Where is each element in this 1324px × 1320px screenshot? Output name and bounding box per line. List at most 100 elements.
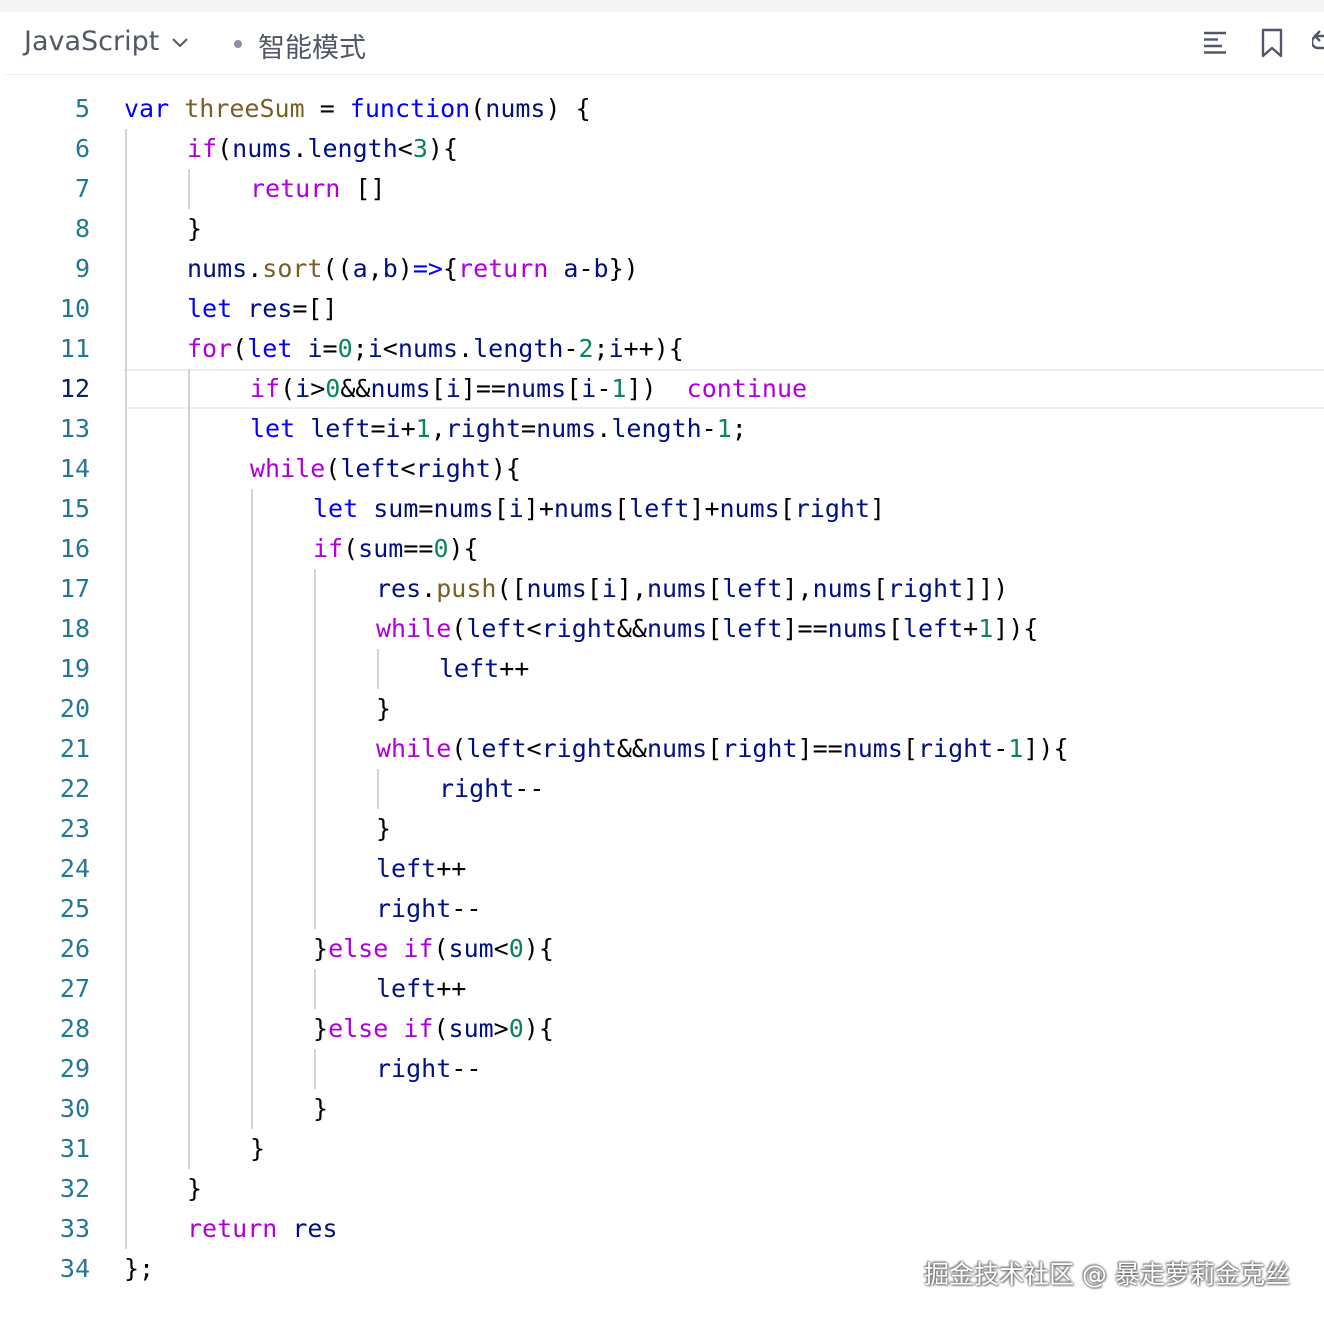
code-line[interactable]: 11 for(let i=0;i<nums.length-2;i++){ bbox=[0, 329, 1324, 369]
watermark-text: 掘金技术社区 @ 暴走萝莉金克丝 bbox=[924, 1260, 1290, 1289]
code-token: < bbox=[382, 334, 398, 363]
code-line[interactable]: 19 left++ bbox=[0, 649, 1324, 689]
mode-label[interactable]: 智能模式 bbox=[258, 26, 366, 65]
code-line[interactable]: 17 res.push([nums[i],nums[left],nums[righ… bbox=[0, 569, 1324, 609]
code-line-text: }; bbox=[124, 1249, 154, 1289]
code-token: 1 bbox=[1008, 734, 1024, 763]
undo-icon[interactable] bbox=[1310, 28, 1324, 63]
code-token: ( bbox=[217, 134, 233, 163]
indent-guide bbox=[125, 1009, 127, 1049]
code-line[interactable]: 27 left++ bbox=[0, 969, 1324, 1009]
indent-guide bbox=[125, 489, 127, 529]
line-number: 9 bbox=[74, 254, 90, 283]
indent-guide bbox=[251, 689, 253, 729]
code-line[interactable]: 16 if(sum==0){ bbox=[0, 529, 1324, 569]
indent-guide bbox=[125, 1049, 127, 1089]
indent-guide bbox=[251, 649, 253, 689]
indent-guide bbox=[314, 969, 316, 1009]
code-line[interactable]: 33 return res bbox=[0, 1209, 1324, 1249]
code-token: [ bbox=[779, 494, 795, 523]
code-line[interactable]: 18 while(left<right&&nums[left]==nums[lef… bbox=[0, 609, 1324, 649]
code-line[interactable]: 10 let res=[] bbox=[0, 289, 1324, 329]
code-editor[interactable]: 5 var threeSum = function(nums) {6 if(nums… bbox=[0, 75, 1324, 1320]
code-line[interactable]: 24 left++ bbox=[0, 849, 1324, 889]
code-token: function bbox=[349, 94, 471, 123]
indent-guide bbox=[188, 929, 190, 969]
code-line[interactable]: 9 nums.sort((a,b)=>{return a-b}) bbox=[0, 249, 1324, 289]
code-token: ){ bbox=[523, 934, 554, 963]
indent-guide bbox=[125, 569, 127, 609]
code-line[interactable]: 20} bbox=[0, 689, 1324, 729]
code-token: ; bbox=[593, 334, 609, 363]
code-line-text: } bbox=[376, 689, 391, 729]
code-token: ( bbox=[433, 934, 449, 963]
code-token: ], bbox=[782, 574, 813, 603]
code-token: nums bbox=[647, 574, 708, 603]
list-icon[interactable] bbox=[1202, 28, 1228, 61]
code-line[interactable]: 12 if(i>0&&nums[i]==nums[i-1]) continue bbox=[0, 369, 1324, 409]
indent-guide bbox=[125, 649, 127, 689]
code-line-text: } bbox=[250, 1129, 265, 1169]
code-line[interactable]: 15 let sum=nums[i]+nums[left]+nums[right] bbox=[0, 489, 1324, 529]
code-token: push bbox=[436, 574, 497, 603]
code-token: ){ bbox=[448, 534, 479, 563]
chevron-down-icon bbox=[171, 35, 189, 49]
indent-guide bbox=[251, 609, 253, 649]
code-line[interactable]: 32} bbox=[0, 1169, 1324, 1209]
code-line[interactable]: 21 while(left<right&&nums[right]==nums[ri… bbox=[0, 729, 1324, 769]
indent-guide bbox=[125, 729, 127, 769]
code-line-text: return res bbox=[187, 1209, 338, 1249]
code-token: . bbox=[421, 574, 437, 603]
code-token: left bbox=[902, 614, 964, 643]
code-token: i bbox=[367, 334, 383, 363]
code-line[interactable]: 25 right-- bbox=[0, 889, 1324, 929]
indent-guide bbox=[125, 249, 127, 289]
code-token: sum bbox=[448, 934, 494, 963]
indent-guide bbox=[251, 969, 253, 1009]
code-line-text: if(nums.length<3){ bbox=[187, 129, 458, 169]
code-line[interactable]: 26}else if(sum<0){ bbox=[0, 929, 1324, 969]
code-line-text: for(let i=0;i<nums.length-2;i++){ bbox=[187, 329, 684, 369]
code-line[interactable]: 22 right-- bbox=[0, 769, 1324, 809]
code-token: right bbox=[376, 1054, 452, 1083]
code-token: } bbox=[376, 814, 392, 843]
code-line[interactable]: 5 var threeSum = function(nums) { bbox=[0, 89, 1324, 129]
indent-guide bbox=[125, 929, 127, 969]
code-line[interactable]: 23} bbox=[0, 809, 1324, 849]
code-line[interactable]: 8} bbox=[0, 209, 1324, 249]
code-token: (( bbox=[322, 254, 353, 283]
code-line-text: while(left<right){ bbox=[250, 449, 521, 489]
code-token: }) bbox=[608, 254, 639, 283]
code-line[interactable]: 7 return [] bbox=[0, 169, 1324, 209]
code-line[interactable]: 6 if(nums.length<3){ bbox=[0, 129, 1324, 169]
indent-guide bbox=[188, 1049, 190, 1089]
indent-guide bbox=[377, 769, 379, 809]
indent-guide bbox=[125, 329, 127, 369]
code-token: ([ bbox=[496, 574, 527, 603]
code-token: [ bbox=[872, 574, 888, 603]
code-line[interactable]: 14 while(left<right){ bbox=[0, 449, 1324, 489]
indent-guide bbox=[125, 849, 127, 889]
bookmark-icon[interactable] bbox=[1260, 28, 1284, 63]
indent-guide bbox=[125, 409, 127, 449]
code-line-text: res.push([nums[i],nums[left],nums[right]… bbox=[376, 569, 1008, 609]
indent-guide bbox=[251, 529, 253, 569]
code-token: i bbox=[581, 374, 597, 403]
code-line[interactable]: 30} bbox=[0, 1089, 1324, 1129]
code-token: i bbox=[601, 574, 617, 603]
indent-guide bbox=[125, 529, 127, 569]
indent-guide bbox=[125, 1209, 127, 1249]
code-line-text: right-- bbox=[376, 889, 481, 929]
language-selector[interactable]: JavaScript bbox=[24, 26, 189, 57]
code-line[interactable]: 13 let left=i+1,right=nums.length-1; bbox=[0, 409, 1324, 449]
code-line[interactable]: 28}else if(sum>0){ bbox=[0, 1009, 1324, 1049]
code-line[interactable]: 31} bbox=[0, 1129, 1324, 1169]
code-line[interactable]: 29 right-- bbox=[0, 1049, 1324, 1089]
code-token: sort bbox=[262, 254, 323, 283]
line-number: 15 bbox=[59, 494, 90, 523]
code-token: res bbox=[247, 294, 293, 323]
code-token: length bbox=[307, 134, 398, 163]
